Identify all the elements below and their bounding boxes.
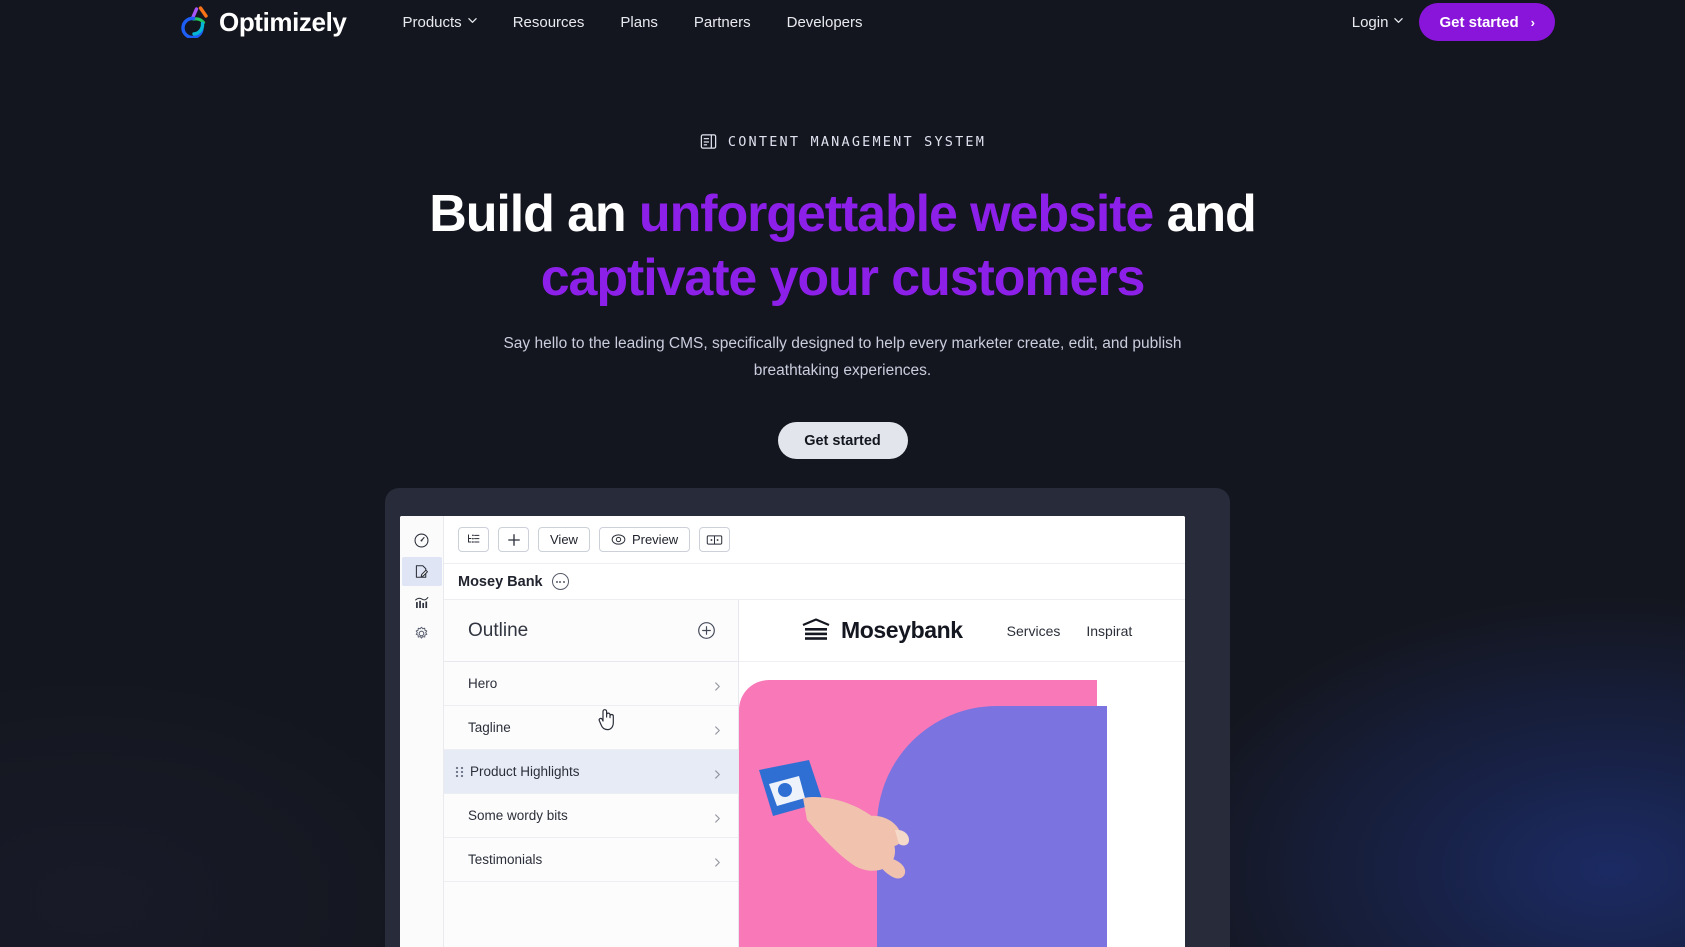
preview-site-header: Moseybank Services Inspirat [739, 600, 1185, 662]
preview-site-name: Moseybank [841, 617, 963, 643]
preview-nav-inspiration[interactable]: Inspirat [1086, 623, 1132, 639]
chevron-right-icon [713, 811, 722, 823]
plus-circle-icon[interactable] [697, 621, 716, 640]
brand-name: Optimizely [219, 7, 347, 37]
nav-link-plans-label: Plans [620, 13, 658, 31]
preview-site-nav: Services Inspirat [1007, 623, 1133, 639]
view-button-label: View [550, 532, 578, 547]
outline-panel: Outline Hero Tagline Product Highlights … [444, 600, 739, 947]
outline-item-product-highlights[interactable]: Product Highlights [444, 750, 738, 794]
document-bar: Mosey Bank [444, 564, 1185, 600]
get-started-nav-button[interactable]: Get started › [1419, 3, 1555, 41]
outline-item-hero[interactable]: Hero [444, 662, 738, 706]
nav-link-developers-label: Developers [786, 13, 863, 31]
outline-item-label: Tagline [468, 720, 511, 735]
plus-icon[interactable] [498, 527, 529, 552]
outline-list-icon[interactable] [458, 527, 489, 552]
main-navigation: Optimizely Products Resources Plans Part… [0, 0, 1685, 44]
chevron-right-icon [713, 679, 722, 691]
headline-segment-2: and [1153, 185, 1257, 243]
outline-item-label: Product Highlights [470, 764, 580, 779]
split-panel-icon[interactable] [699, 527, 731, 552]
outline-item-label: Some wordy bits [468, 808, 568, 823]
brand-logo[interactable]: Optimizely [180, 6, 347, 40]
preview-nav-services[interactable]: Services [1007, 623, 1061, 639]
site-preview-panel: Moseybank Services Inspirat [739, 600, 1185, 947]
cms-layout-icon [699, 132, 718, 151]
outline-item-label: Hero [468, 676, 498, 691]
app-sidebar-rail [400, 516, 444, 947]
document-title: Mosey Bank [458, 573, 543, 590]
mouse-cursor-pointer-icon [598, 709, 614, 731]
nav-link-resources[interactable]: Resources [495, 8, 603, 37]
outline-item-some-wordy-bits[interactable]: Some wordy bits [444, 794, 738, 838]
preview-button-label: Preview [631, 532, 679, 547]
chevron-right-icon [713, 723, 722, 735]
hero-subtext: Say hello to the leading CMS, specifical… [503, 335, 1182, 379]
settings-gear-icon[interactable] [402, 619, 442, 648]
optimizely-logo-icon [180, 6, 210, 40]
chevron-right-icon [713, 855, 722, 867]
app-toolbar: View Preview [444, 516, 1185, 564]
outline-header: Outline [444, 600, 738, 662]
headline-accent-1: unforgettable website [638, 185, 1154, 243]
bar-chart-icon[interactable] [402, 588, 442, 617]
nav-link-products-label: Products [402, 13, 462, 31]
preview-site-logo[interactable]: Moseybank [801, 617, 963, 644]
app-main-area: View Preview Mosey Bank Outline Hero Tag… [444, 516, 1185, 947]
nav-link-developers[interactable]: Developers [769, 8, 881, 37]
chevron-down-icon [1394, 16, 1404, 25]
dot [559, 580, 562, 583]
outline-item-testimonials[interactable]: Testimonials [444, 838, 738, 882]
nav-right-actions: Login Get started › [1352, 3, 1555, 41]
chevron-down-icon [467, 16, 477, 25]
nav-link-partners[interactable]: Partners [676, 8, 769, 37]
nav-links: Products Resources Plans Partners Develo… [384, 8, 880, 37]
dashboard-gauge-icon[interactable] [402, 526, 442, 555]
login-label: Login [1351, 13, 1389, 31]
chevron-right-icon: › [1530, 14, 1535, 30]
dot [562, 580, 565, 583]
get-started-nav-label: Get started [1439, 13, 1519, 31]
outline-item-label: Testimonials [468, 852, 543, 867]
get-started-hero-button[interactable]: Get started [777, 422, 908, 459]
page-title: Build an unforgettable website and capti… [0, 183, 1685, 311]
dot [555, 580, 558, 583]
nav-link-partners-label: Partners [693, 13, 751, 31]
headline-segment-1: Build an [429, 185, 639, 243]
drag-handle-icon[interactable] [454, 765, 465, 779]
view-button[interactable]: View [538, 527, 590, 552]
headline-accent-2: captivate your customers [540, 248, 1146, 307]
landing-page: Optimizely Products Resources Plans Part… [0, 0, 1685, 947]
outline-item-tagline[interactable]: Tagline [444, 706, 738, 750]
chevron-right-icon [713, 767, 722, 779]
preview-button[interactable]: Preview [598, 527, 691, 552]
app-body: Outline Hero Tagline Product Highlights … [444, 600, 1185, 947]
nav-link-products[interactable]: Products [384, 8, 494, 37]
document-more-options-icon[interactable] [551, 573, 569, 590]
eye-icon [611, 533, 626, 546]
hero-eyebrow-text: CONTENT MANAGEMENT SYSTEM [727, 133, 987, 150]
hero-eyebrow: CONTENT MANAGEMENT SYSTEM [0, 132, 1685, 151]
nav-link-plans[interactable]: Plans [602, 8, 676, 37]
hand-photo-graphic [759, 760, 909, 879]
nav-link-resources-label: Resources [512, 13, 585, 31]
login-menu[interactable]: Login [1352, 14, 1404, 31]
cms-app-window: View Preview Mosey Bank Outline Hero Tag… [400, 516, 1185, 947]
product-screenshot-device: View Preview Mosey Bank Outline Hero Tag… [385, 488, 1230, 947]
page-edit-icon[interactable] [401, 557, 442, 586]
bank-building-icon [801, 618, 831, 643]
outline-title: Outline [468, 619, 529, 641]
preview-hero-artwork [739, 662, 1185, 947]
